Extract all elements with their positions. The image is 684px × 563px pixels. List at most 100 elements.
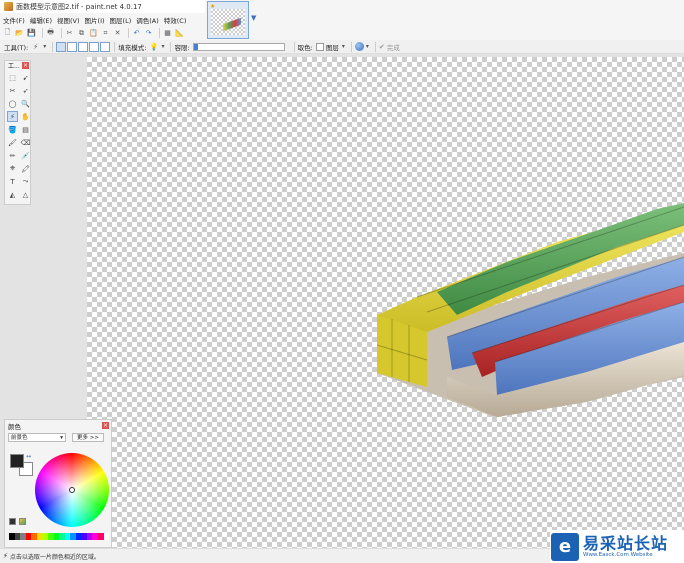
image-canvas[interactable]: [87, 57, 684, 548]
color-palette[interactable]: [9, 533, 110, 540]
flood-mode-icon[interactable]: 💡: [149, 42, 159, 51]
selection-mode-invert[interactable]: [100, 41, 111, 52]
print-icon[interactable]: 🖶: [46, 28, 55, 38]
shape-type-icon[interactable]: △: [20, 189, 31, 200]
redo-icon[interactable]: ↷: [144, 29, 153, 38]
tool-label: 工具(T):: [4, 43, 29, 52]
menu-bar: 文件(F) 编辑(E) 视图(V) 图片(I) 图层(L) 调色(A) 特效(C…: [0, 13, 205, 26]
swap-colors-icon[interactable]: ↔: [26, 453, 31, 460]
magic-wand-icon[interactable]: ⚡: [31, 42, 40, 51]
selection-mode-intersect[interactable]: [89, 41, 100, 52]
move-selection-icon[interactable]: ➶: [20, 85, 31, 96]
palette-icon[interactable]: [19, 518, 26, 525]
color-picker-icon[interactable]: 💉: [20, 150, 31, 161]
colors-panel: 颜色 × 前景色 ▾ 更多 >> ↔: [4, 419, 112, 548]
save-icon[interactable]: 💾: [27, 29, 36, 38]
chevron-down-icon[interactable]: ▾: [342, 43, 345, 50]
reset-colors-icon[interactable]: [9, 518, 16, 525]
tool-options-bar: 工具(T): ⚡ ▾ 填充模式: 💡 ▾ 容限: 取色: 图层 ▾ ▾ ✔ 完成: [0, 40, 684, 54]
app-icon: [4, 2, 13, 11]
tolerance-fill: [193, 43, 199, 50]
zoom-icon[interactable]: 🔍: [20, 98, 31, 109]
divider: [52, 41, 54, 52]
menu-adjustments[interactable]: 调色(A): [136, 15, 159, 25]
palette-swatch[interactable]: [103, 533, 110, 540]
copy-icon[interactable]: ⧉: [77, 29, 86, 38]
image-tabs-strip: ★ ▼: [205, 0, 684, 40]
menu-effects[interactable]: 特效(C): [164, 15, 187, 25]
sampling-label: 取色:: [297, 43, 313, 52]
thumbnail-model-shape: [223, 17, 241, 32]
selection-mode-replace[interactable]: [56, 41, 67, 52]
menu-image[interactable]: 图片(I): [85, 15, 105, 25]
eraser-icon[interactable]: ⌫: [20, 137, 31, 148]
pan-icon[interactable]: ✋: [20, 111, 31, 122]
gradient-icon[interactable]: ▤: [20, 124, 31, 135]
color-mini-icons: [9, 518, 29, 525]
menu-edit[interactable]: 编辑(E): [30, 15, 52, 25]
cut-icon[interactable]: ✂: [65, 29, 74, 38]
menu-file[interactable]: 文件(F): [3, 15, 25, 25]
thumbnail-preview: [211, 9, 245, 35]
selection-mode-exclude[interactable]: [78, 41, 89, 52]
antialias-globe-icon[interactable]: [354, 42, 364, 51]
chevron-down-icon[interactable]: ▾: [366, 43, 369, 50]
new-icon[interactable]: 🗋: [3, 28, 12, 38]
main-toolbar: 🗋 📂 💾 🖶 ✂ ⧉ 📋 ⌗ ✕ ↶ ↷ ▦ 📐: [0, 26, 205, 40]
ellipse-select-icon[interactable]: ◯: [7, 98, 18, 109]
divider: [128, 28, 129, 38]
color-wheel[interactable]: [35, 453, 109, 527]
window-title: 面数模型示意图2.tif - paint.net 4.0.17: [16, 2, 142, 11]
selection-mode-union[interactable]: [67, 41, 78, 52]
colors-panel-title: 颜色: [8, 422, 21, 431]
chevron-down-icon[interactable]: ▾: [161, 43, 164, 50]
menu-layers[interactable]: 图层(L): [110, 15, 132, 25]
chevron-down-icon[interactable]: ▼: [251, 14, 256, 22]
open-icon[interactable]: 📂: [15, 29, 24, 38]
text-icon[interactable]: T: [7, 176, 18, 187]
finish-button[interactable]: 完成: [387, 42, 400, 52]
divider: [159, 28, 160, 38]
status-text: 点击以选取一片颜色相近的区域。: [9, 553, 100, 561]
line-curve-icon[interactable]: ⤳: [20, 176, 31, 187]
deselect-icon[interactable]: ✕: [113, 29, 122, 38]
magic-wand-icon[interactable]: ⚡: [7, 111, 18, 122]
chevron-down-icon[interactable]: ▾: [43, 43, 46, 50]
sampling-select[interactable]: 图层: [326, 42, 339, 52]
more-button[interactable]: 更多 >>: [72, 432, 104, 442]
shapes-icon[interactable]: ◭: [7, 189, 18, 200]
color-mode-value: 前景色: [11, 434, 28, 441]
paste-icon[interactable]: 📋: [89, 29, 98, 38]
clone-stamp-icon[interactable]: ⎈: [7, 163, 18, 174]
menu-view[interactable]: 视图(V): [57, 15, 80, 25]
grid-icon[interactable]: ▦: [163, 29, 172, 38]
color-wheel-marker[interactable]: [69, 487, 75, 493]
undo-icon[interactable]: ↶: [132, 29, 141, 38]
color-mode-select[interactable]: 前景色 ▾: [8, 432, 66, 442]
divider: [374, 41, 376, 52]
crop-icon[interactable]: ⌗: [101, 29, 110, 38]
primary-color-swatch[interactable]: [10, 454, 24, 468]
lasso-icon[interactable]: ✂: [7, 85, 18, 96]
paintbrush-icon[interactable]: 🖌: [7, 137, 18, 148]
pencil-icon[interactable]: ✏: [7, 150, 18, 161]
paint-bucket-icon[interactable]: 🪣: [7, 124, 18, 135]
check-icon: ✔: [378, 42, 385, 51]
move-selected-icon[interactable]: ➹: [20, 72, 31, 83]
tools-panel: 工... × ⬚ ➹ ✂ ➶ ◯ 🔍 ⚡ ✋ 🪣 ▤ 🖌 ⌫ ✏ 💉 ⎈ 🖍 T…: [4, 60, 31, 205]
tool-grid: ⬚ ➹ ✂ ➶ ◯ 🔍 ⚡ ✋ 🪣 ▤ 🖌 ⌫ ✏ 💉 ⎈ 🖍 T ⤳ ◭ △: [5, 70, 30, 202]
divider: [42, 28, 43, 38]
tolerance-label: 容限:: [174, 43, 190, 52]
tolerance-slider[interactable]: [192, 42, 285, 51]
rect-select-icon[interactable]: ⬚: [7, 72, 18, 83]
tools-panel-title: 工...: [8, 63, 20, 70]
close-icon[interactable]: ×: [102, 422, 109, 429]
image-thumbnail[interactable]: ★: [207, 1, 249, 39]
recolor-icon[interactable]: 🖍: [20, 163, 31, 174]
divider: [350, 41, 352, 52]
colors-panel-header: 颜色 ×: [5, 420, 111, 431]
magic-wand-icon: ⚡: [3, 552, 8, 560]
close-icon[interactable]: ×: [22, 62, 29, 69]
watermark-main: 易采站长站: [583, 533, 669, 553]
ruler-icon[interactable]: 📐: [175, 29, 184, 38]
